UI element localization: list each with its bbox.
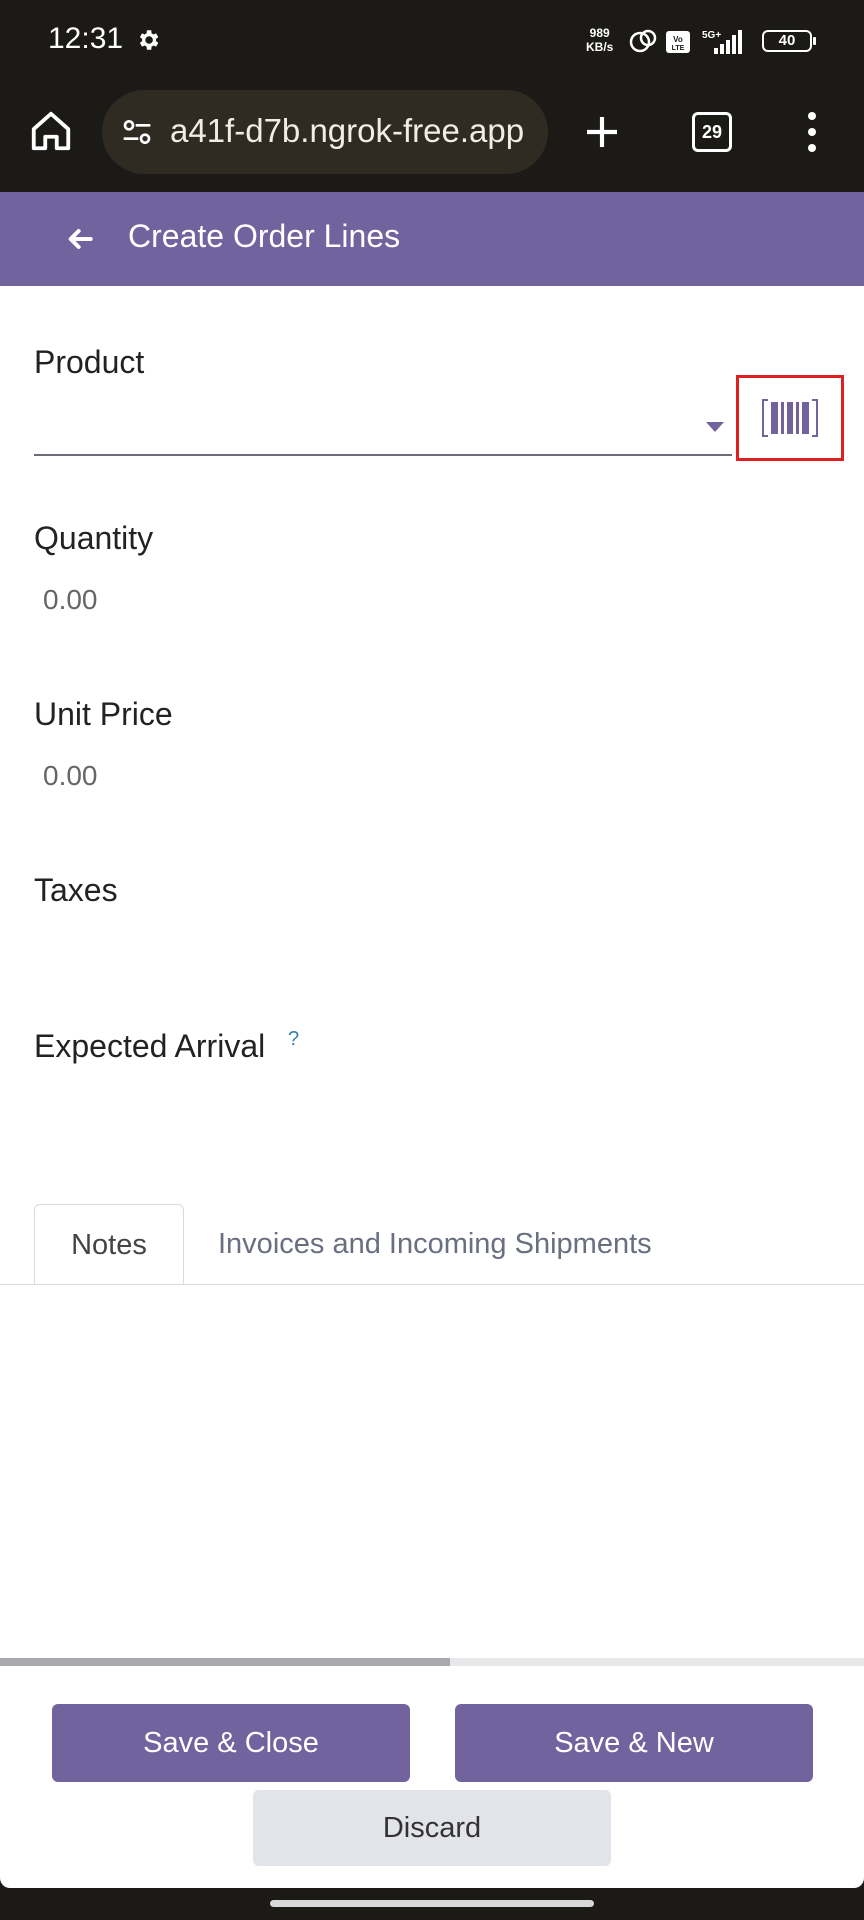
- svg-text:5G+: 5G+: [702, 30, 721, 41]
- form-footer: Save & Close Save & New Discard: [0, 1666, 864, 1888]
- status-time: 12:31: [48, 22, 124, 55]
- status-bar: 12:31 989 KB/s Vo LTE 5G+ 40: [0, 0, 864, 84]
- chevron-down-icon[interactable]: [706, 422, 724, 432]
- unit-price-field[interactable]: 0.00: [43, 760, 98, 792]
- signal-icons: Vo LTE 5G+: [629, 29, 742, 54]
- gesture-navigation-bar[interactable]: [270, 1900, 594, 1907]
- url-text: a41f-d7b.ngrok-free.app: [170, 112, 525, 149]
- form-content: Product Quantity 0.00 Unit Price 0.00 Ta…: [0, 286, 864, 1666]
- gear-icon: [139, 30, 159, 50]
- network-speed: 989 KB/s: [586, 26, 613, 54]
- discard-button[interactable]: Discard: [253, 1790, 611, 1866]
- unit-price-label: Unit Price: [34, 696, 173, 732]
- site-settings-icon[interactable]: [120, 116, 154, 148]
- battery-icon: 40: [762, 30, 816, 52]
- scrollbar-thumb[interactable]: [0, 1658, 450, 1666]
- tab-switcher-button[interactable]: 29: [692, 112, 732, 152]
- home-icon[interactable]: [28, 108, 74, 154]
- save-close-button[interactable]: Save & Close: [52, 1704, 410, 1782]
- volte-icon: Vo LTE: [666, 31, 690, 53]
- network-speed-value: 989: [589, 26, 610, 40]
- quantity-field[interactable]: 0.00: [43, 584, 98, 616]
- tab-notes[interactable]: Notes: [34, 1204, 184, 1284]
- new-tab-icon[interactable]: [582, 112, 622, 152]
- svg-text:LTE: LTE: [672, 45, 685, 52]
- app-header: Create Order Lines: [0, 192, 864, 286]
- tab-invoices-shipments[interactable]: Invoices and Incoming Shipments: [218, 1204, 652, 1284]
- taxes-label: Taxes: [34, 872, 118, 908]
- quantity-label: Quantity: [34, 520, 154, 556]
- hotspot-icon: [629, 29, 657, 53]
- barcode-icon: [762, 399, 818, 437]
- address-bar[interactable]: a41f-d7b.ngrok-free.app: [102, 90, 548, 174]
- browser-toolbar: a41f-d7b.ngrok-free.app 29: [0, 84, 864, 192]
- expected-arrival-label: Expected Arrival: [34, 1028, 266, 1064]
- horizontal-scrollbar[interactable]: [0, 1658, 864, 1666]
- product-label: Product: [34, 344, 145, 380]
- tabs-row: Notes Invoices and Incoming Shipments: [0, 1204, 864, 1285]
- save-new-button[interactable]: Save & New: [455, 1704, 813, 1782]
- back-arrow-icon[interactable]: [64, 223, 96, 255]
- page-title: Create Order Lines: [128, 218, 401, 254]
- network-speed-unit: KB/s: [586, 40, 614, 54]
- svg-text:Vo: Vo: [673, 35, 683, 44]
- overflow-menu-icon[interactable]: [802, 110, 822, 154]
- help-tooltip-icon[interactable]: ?: [288, 1028, 299, 1051]
- 5g-icon: 5G+: [702, 30, 721, 41]
- product-field[interactable]: [34, 406, 732, 456]
- barcode-scan-button[interactable]: [736, 375, 844, 461]
